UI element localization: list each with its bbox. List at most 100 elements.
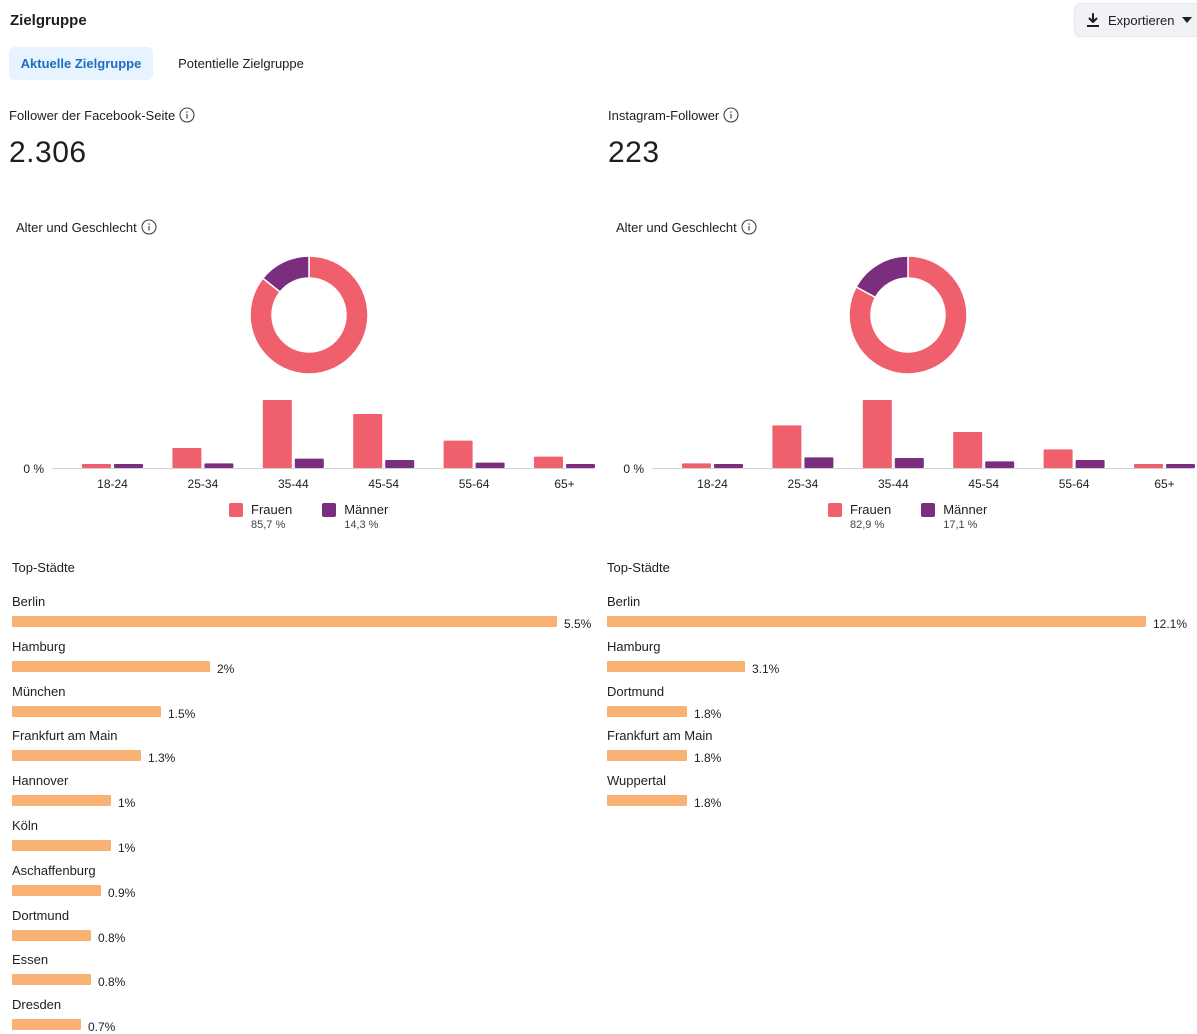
city-pct: 0.8% (98, 975, 126, 990)
top-cities-title: Top-Städte (607, 560, 670, 575)
facebook-followers-value: 2.306 (9, 136, 87, 169)
city-row: München 1.5% (12, 684, 602, 721)
bar-frauen-65+[interactable] (1134, 464, 1163, 468)
legend-label: Männer (344, 502, 389, 517)
city-bar (607, 660, 745, 672)
tab-aktuelle-zielgruppe[interactable]: Aktuelle Zielgruppe (9, 47, 153, 80)
city-bar (12, 705, 161, 717)
info-icon[interactable] (141, 219, 157, 235)
donut-slice-maenner[interactable] (855, 255, 909, 299)
bar-frauen-35-44[interactable] (262, 400, 292, 468)
export-button[interactable]: Exportieren (1074, 3, 1197, 37)
legend-item-maenner: Männer 17,1 % (921, 502, 987, 531)
city-row: Frankfurt am Main 1.8% (607, 728, 1197, 765)
info-icon[interactable] (723, 107, 739, 123)
city-name: München (12, 683, 66, 699)
bar-maenner-55-64[interactable] (1075, 460, 1105, 468)
city-bar (12, 1019, 81, 1031)
bar-maenner-18-24[interactable] (714, 464, 743, 468)
city-bar (12, 929, 91, 941)
bar-frauen-45-54[interactable] (353, 414, 383, 468)
x-tick-label: 55-64 (1059, 477, 1090, 491)
bar-maenner-55-64[interactable] (475, 462, 505, 468)
bar-maenner-25-34[interactable] (204, 463, 234, 468)
city-pct: 2% (217, 661, 235, 676)
legend-pct: 14,3 % (344, 519, 379, 531)
facebook-followers-label-text: Follower der Facebook-Seite (9, 107, 176, 123)
x-tick-label: 65+ (1154, 477, 1174, 491)
city-name: Essen (12, 952, 49, 968)
x-tick-label: 25-34 (788, 477, 819, 491)
age-gender-label-text: Alter und Geschlecht (616, 219, 737, 235)
bar-maenner-35-44[interactable] (294, 458, 324, 468)
city-name: Dortmund (12, 907, 70, 923)
bar-maenner-45-54[interactable] (985, 461, 1015, 468)
x-tick-label: 45-54 (368, 477, 399, 491)
city-pct: 0.8% (98, 930, 126, 945)
city-bar (12, 616, 557, 627)
tab-potentielle-zielgruppe[interactable]: Potentielle Zielgruppe (165, 47, 317, 80)
city-bar (12, 795, 111, 807)
maenner-swatch (921, 502, 936, 517)
gender-donut-chart (249, 255, 369, 375)
age-bar-chart: 0 % 18-24 25-34 35-44 45-54 55-64 65+ (23, 400, 595, 491)
legend-item-maenner: Männer 14,3 % (322, 502, 388, 531)
city-row: Berlin 5.5% (12, 594, 602, 631)
info-icon[interactable] (179, 107, 195, 123)
x-tick-label: 45-54 (968, 477, 999, 491)
chart-legend: Frauen 85,7 % Männer 14,3 % (229, 502, 388, 531)
bar-frauen-65+[interactable] (534, 456, 563, 468)
bar-maenner-45-54[interactable] (385, 460, 415, 468)
city-name: Hamburg (12, 638, 66, 654)
city-name: Frankfurt am Main (607, 728, 713, 744)
city-pct: 0.7% (88, 1020, 116, 1034)
maenner-swatch (322, 502, 337, 517)
bar-frauen-25-34[interactable] (172, 448, 202, 468)
bar-frauen-35-44[interactable] (862, 400, 892, 468)
bar-frauen-25-34[interactable] (772, 425, 802, 468)
city-row: Aschaffenburg 0.9% (12, 863, 602, 900)
city-pct: 1% (118, 841, 136, 855)
bar-maenner-18-24[interactable] (114, 464, 143, 468)
legend-label: Frauen (850, 502, 892, 517)
city-pct: 0.9% (108, 885, 136, 900)
city-row: Berlin 12.1% (607, 594, 1197, 631)
city-row: Dortmund 0.8% (12, 908, 602, 945)
info-icon[interactable] (741, 219, 757, 235)
export-label: Exportieren (1108, 12, 1175, 28)
bar-maenner-65+[interactable] (1166, 464, 1195, 468)
bar-frauen-18-24[interactable] (682, 463, 711, 468)
instagram-followers-value: 223 (608, 136, 660, 169)
city-bar (12, 974, 91, 986)
bar-frauen-45-54[interactable] (953, 432, 983, 468)
city-row: Hannover 1% (12, 773, 602, 810)
city-name: Wuppertal (607, 773, 667, 789)
bar-maenner-35-44[interactable] (894, 458, 924, 468)
city-pct: 1.8% (694, 751, 722, 766)
city-bar (607, 795, 687, 807)
legend-label: Männer (943, 502, 988, 517)
legend-pct: 17,1 % (943, 519, 978, 531)
bar-maenner-65+[interactable] (566, 464, 595, 468)
bar-frauen-55-64[interactable] (1043, 449, 1073, 468)
page-title: Zielgruppe (10, 12, 87, 29)
city-name: Dortmund (607, 683, 665, 699)
city-name: Frankfurt am Main (12, 728, 118, 744)
bar-maenner-25-34[interactable] (804, 457, 834, 468)
instagram-followers-label: Instagram-Follower (608, 107, 739, 123)
age-bar-chart: 0 % 18-24 25-34 35-44 45-54 55-64 65+ (623, 400, 1195, 491)
frauen-swatch (229, 502, 243, 517)
x-tick-label: 35-44 (878, 477, 909, 491)
bar-frauen-55-64[interactable] (443, 440, 473, 468)
city-row: Hamburg 2% (12, 639, 602, 676)
x-tick-label: 55-64 (459, 477, 490, 491)
x-tick-label: 25-34 (188, 477, 219, 491)
city-name: Hamburg (607, 638, 661, 654)
city-name: Dresden (12, 997, 62, 1013)
caret-down-icon (1182, 17, 1193, 23)
bar-frauen-18-24[interactable] (82, 464, 111, 468)
y-axis-zero-label: 0 % (23, 462, 44, 476)
city-name: Berlin (12, 594, 46, 609)
legend-item-frauen: Frauen 85,7 % (229, 502, 292, 531)
city-row: Hamburg 3.1% (607, 639, 1197, 676)
